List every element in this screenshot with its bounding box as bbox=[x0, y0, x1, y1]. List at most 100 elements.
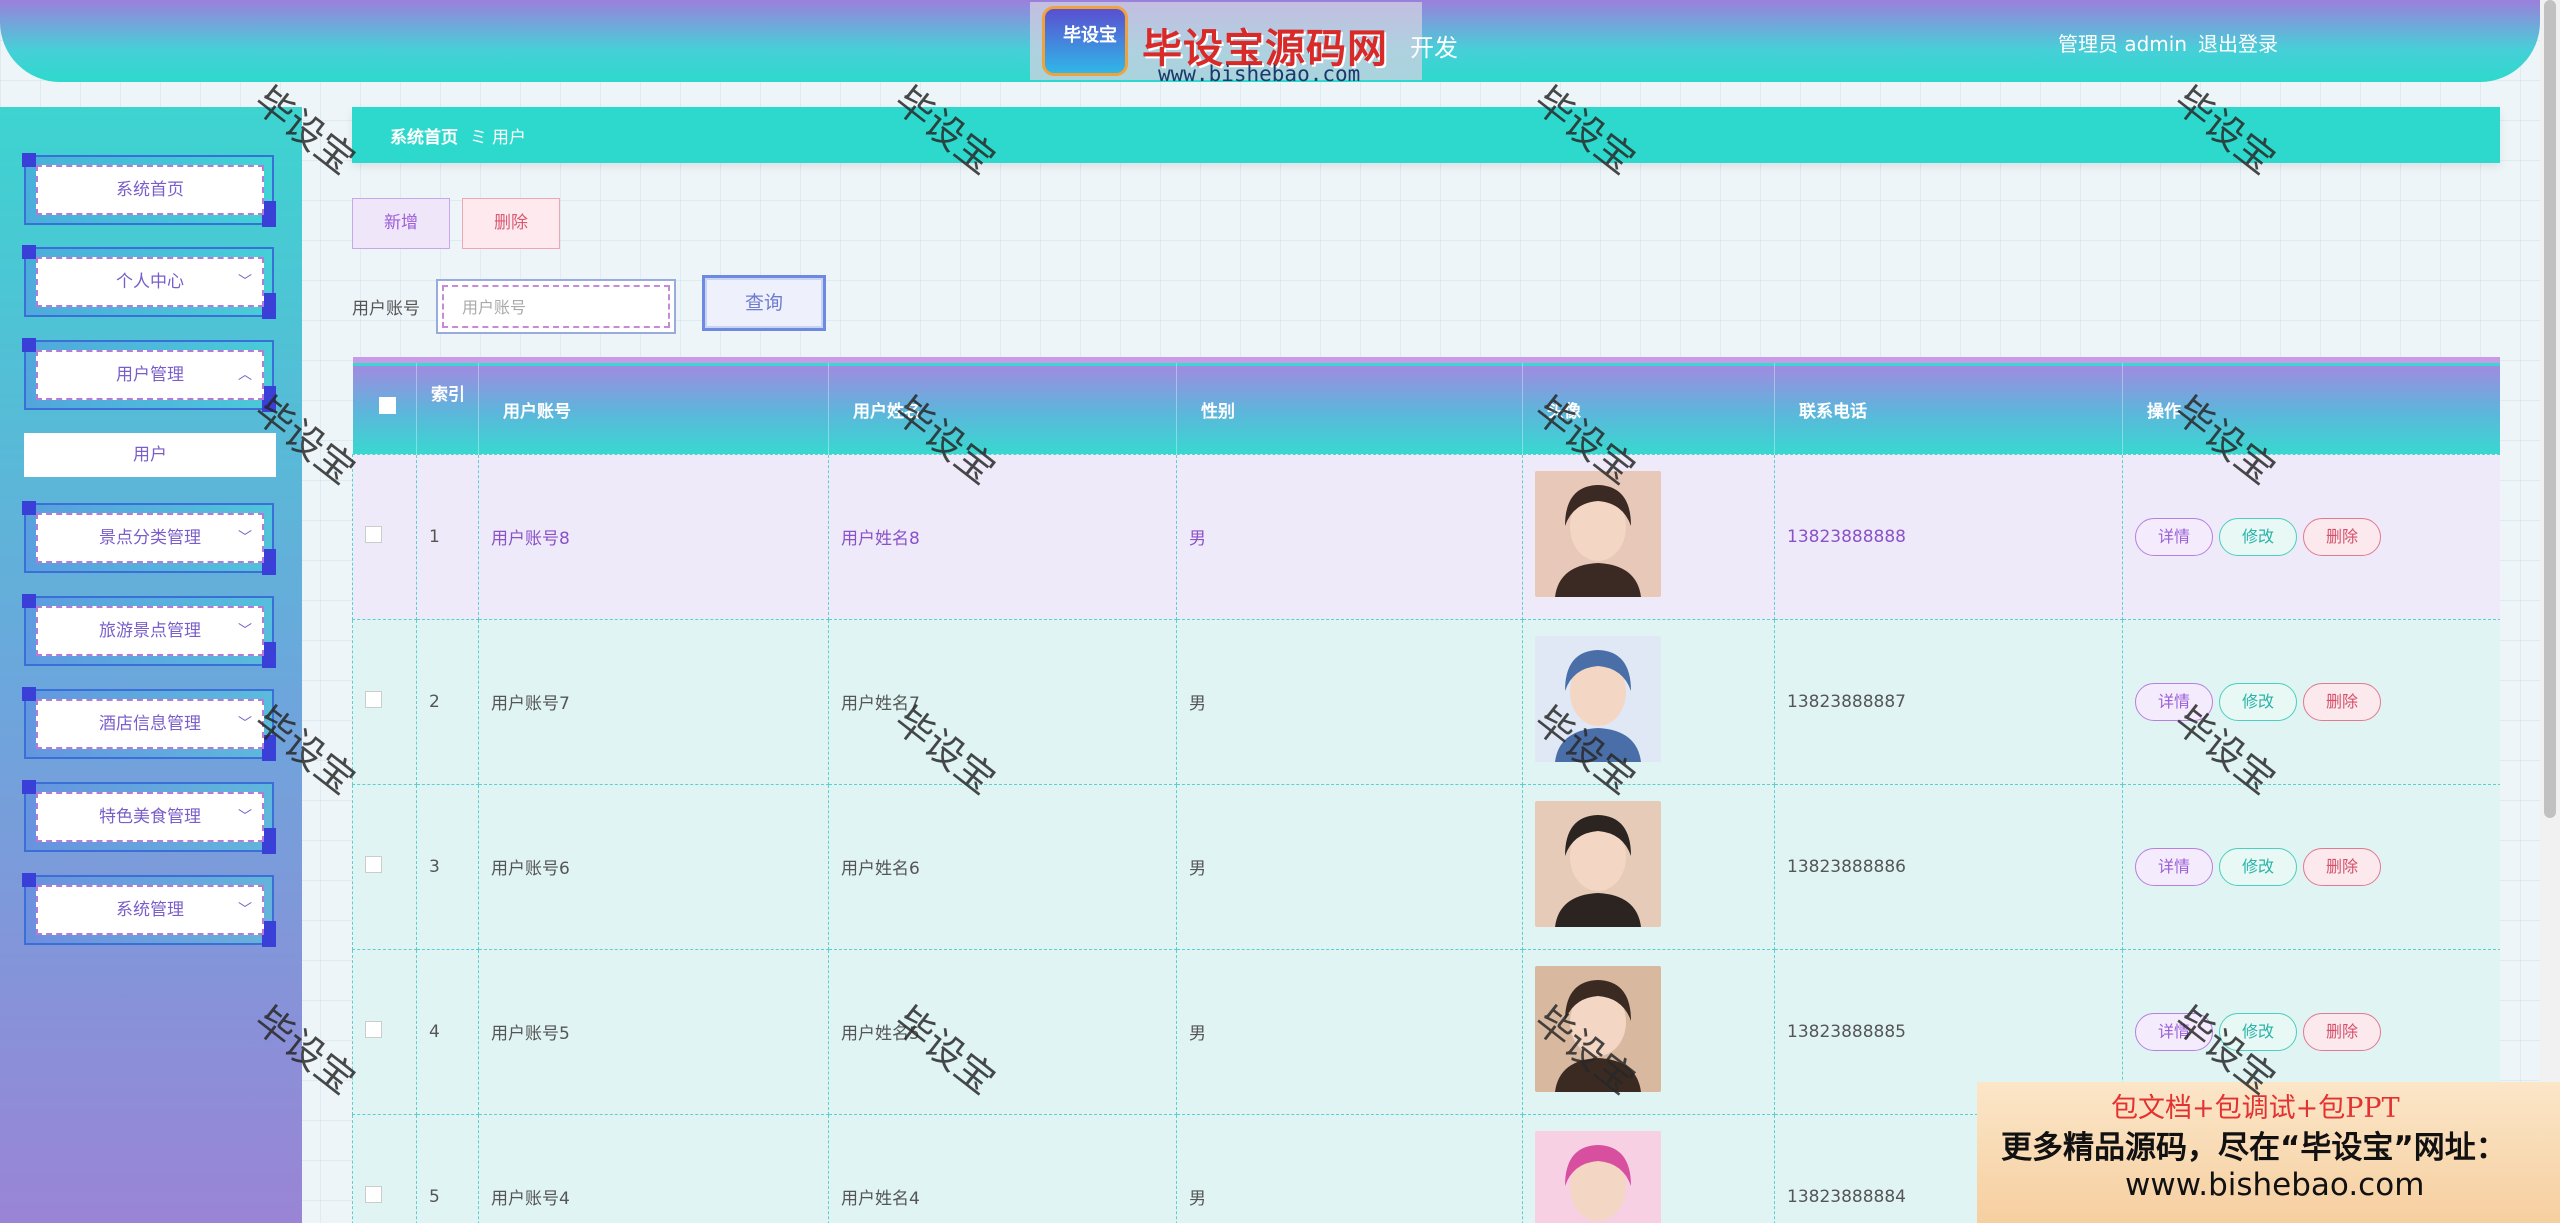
col-ops: 操作 bbox=[2122, 360, 2500, 454]
logout-link[interactable]: 退出登录 bbox=[2198, 28, 2278, 57]
row-name: 用户姓名4 bbox=[828, 1113, 1177, 1223]
col-account: 用户账号 bbox=[478, 360, 829, 454]
chevron-down-icon: ﹀ bbox=[238, 530, 252, 546]
row-avatar-cell bbox=[1522, 453, 1775, 620]
row-checkbox[interactable] bbox=[352, 783, 417, 950]
search-placeholder: 用户账号 bbox=[442, 285, 670, 328]
detail-button[interactable]: 详情 bbox=[2135, 517, 2213, 556]
select-all-checkbox[interactable] bbox=[352, 360, 417, 454]
breadcrumb-separator: ミ bbox=[470, 128, 487, 148]
col-index: 索引 bbox=[416, 360, 479, 454]
row-name: 用户姓名5 bbox=[828, 948, 1177, 1115]
sidebar-item-label: 用户管理 bbox=[116, 365, 184, 385]
row-checkbox[interactable] bbox=[352, 1113, 417, 1223]
sidebar-item-label: 旅游景点管理 bbox=[99, 621, 201, 641]
promo-line3: www.bishebao.com bbox=[2125, 1167, 2425, 1203]
col-avatar: 头像 bbox=[1522, 360, 1775, 454]
sidebar-item-hotel-info[interactable]: 酒店信息管理 ﹀ bbox=[22, 687, 276, 761]
avatar bbox=[1535, 636, 1661, 762]
sidebar-item-label: 个人中心 bbox=[116, 272, 184, 292]
row-ops: 详情修改删除 bbox=[2122, 453, 2500, 620]
chevron-down-icon: ﹀ bbox=[238, 623, 252, 639]
page-scrollbar[interactable] bbox=[2540, 0, 2560, 1223]
table-row: 1 用户账号8 用户姓名8 男 13823888888 详情 修改 删除 bbox=[352, 453, 2500, 620]
delete-button[interactable]: 删除 bbox=[2303, 517, 2381, 556]
row-name: 用户姓名7 bbox=[828, 618, 1177, 785]
chevron-down-icon: ﹀ bbox=[238, 716, 252, 732]
scrollbar-thumb[interactable] bbox=[2544, 0, 2556, 818]
sidebar-item-user-management[interactable]: 用户管理 ︿ bbox=[22, 338, 276, 412]
edit-button[interactable]: 修改 bbox=[2219, 1012, 2297, 1051]
sidebar-item-label: 景点分类管理 bbox=[99, 528, 201, 548]
sidebar-item-local-food[interactable]: 特色美食管理 ﹀ bbox=[22, 780, 276, 854]
logo-badge-text: 毕设宝 bbox=[1063, 25, 1117, 46]
app-title-suffix: 开发 bbox=[1410, 34, 1458, 62]
query-button[interactable]: 查询 bbox=[702, 275, 826, 331]
row-account: 用户账号8 bbox=[478, 453, 829, 620]
row-gender: 男 bbox=[1176, 1113, 1523, 1223]
sidebar-item-scenic-spots[interactable]: 旅游景点管理 ﹀ bbox=[22, 594, 276, 668]
col-name: 用户姓名 bbox=[828, 360, 1177, 454]
chevron-down-icon: ﹀ bbox=[238, 274, 252, 290]
search-label: 用户账号 bbox=[352, 299, 420, 319]
row-index: 1 bbox=[416, 453, 479, 620]
sidebar-item-label: 系统首页 bbox=[116, 180, 184, 200]
sidebar-item-label: 特色美食管理 bbox=[99, 807, 201, 827]
row-account: 用户账号7 bbox=[478, 618, 829, 785]
sidebar-item-home[interactable]: 系统首页 bbox=[22, 153, 276, 227]
breadcrumb: 系统首页 ミ 用户 bbox=[352, 107, 2500, 163]
table-row: 3 用户账号6 用户姓名6 男 13823888886 详情 修改 删除 bbox=[352, 783, 2500, 950]
avatar bbox=[1535, 966, 1661, 1092]
edit-button[interactable]: 修改 bbox=[2219, 682, 2297, 721]
row-name: 用户姓名6 bbox=[828, 783, 1177, 950]
logo-badge-icon: 毕设宝 bbox=[1042, 6, 1128, 76]
add-button[interactable]: 新增 bbox=[352, 198, 450, 249]
sidebar-item-label: 酒店信息管理 bbox=[99, 714, 201, 734]
table-row: 2 用户账号7 用户姓名7 男 13823888887 详情 修改 删除 bbox=[352, 618, 2500, 785]
row-gender: 男 bbox=[1176, 618, 1523, 785]
search-input[interactable]: 用户账号 bbox=[436, 279, 676, 334]
sidebar: 系统首页 个人中心 ﹀ 用户管理 ︿ 用户 景点分类管理 ﹀ 旅游景点管理 ﹀ … bbox=[0, 107, 302, 1223]
sidebar-item-scenic-category[interactable]: 景点分类管理 ﹀ bbox=[22, 501, 276, 575]
delete-button[interactable]: 删除 bbox=[2303, 1012, 2381, 1051]
top-header: 毕设宝 毕设宝源码网 www.bishebao.com 开发 管理员 admin… bbox=[0, 0, 2540, 86]
row-account: 用户账号5 bbox=[478, 948, 829, 1115]
chevron-up-icon: ︿ bbox=[238, 367, 252, 383]
promo-line2: 更多精品源码，尽在“毕设宝”网址： bbox=[2001, 1130, 2507, 1166]
row-checkbox[interactable] bbox=[352, 453, 417, 620]
promo-line1: 包文档+包调试+包PPT bbox=[2111, 1093, 2400, 1124]
row-avatar-cell bbox=[1522, 618, 1775, 785]
row-checkbox[interactable] bbox=[352, 618, 417, 785]
avatar bbox=[1535, 801, 1661, 927]
row-avatar-cell bbox=[1522, 948, 1775, 1115]
sidebar-item-profile[interactable]: 个人中心 ﹀ bbox=[22, 245, 276, 319]
delete-button[interactable]: 删除 bbox=[2303, 682, 2381, 721]
row-gender: 男 bbox=[1176, 948, 1523, 1115]
row-ops: 详情修改删除 bbox=[2122, 618, 2500, 785]
detail-button[interactable]: 详情 bbox=[2135, 1012, 2213, 1051]
row-checkbox[interactable] bbox=[352, 948, 417, 1115]
breadcrumb-home[interactable]: 系统首页 bbox=[390, 123, 458, 148]
edit-button[interactable]: 修改 bbox=[2219, 517, 2297, 556]
batch-delete-button[interactable]: 删除 bbox=[462, 198, 560, 249]
sidebar-item-system[interactable]: 系统管理 ﹀ bbox=[22, 873, 276, 947]
row-phone: 13823888887 bbox=[1774, 618, 2123, 785]
table-header-row: 索引 用户账号 用户姓名 性别 头像 联系电话 操作 bbox=[352, 360, 2500, 454]
row-ops: 详情修改删除 bbox=[2122, 783, 2500, 950]
logo-block: 毕设宝 毕设宝源码网 www.bishebao.com bbox=[1030, 2, 1422, 86]
row-index: 3 bbox=[416, 783, 479, 950]
row-account: 用户账号4 bbox=[478, 1113, 829, 1223]
row-account: 用户账号6 bbox=[478, 783, 829, 950]
delete-button[interactable]: 删除 bbox=[2303, 847, 2381, 886]
row-name: 用户姓名8 bbox=[828, 453, 1177, 620]
sidebar-subitem-user[interactable]: 用户 bbox=[24, 433, 276, 477]
chevron-down-icon: ﹀ bbox=[238, 902, 252, 918]
row-index: 4 bbox=[416, 948, 479, 1115]
detail-button[interactable]: 详情 bbox=[2135, 682, 2213, 721]
row-phone: 13823888886 bbox=[1774, 783, 2123, 950]
edit-button[interactable]: 修改 bbox=[2219, 847, 2297, 886]
col-phone: 联系电话 bbox=[1774, 360, 2123, 454]
breadcrumb-current: 用户 bbox=[492, 128, 526, 148]
chevron-down-icon: ﹀ bbox=[238, 809, 252, 825]
detail-button[interactable]: 详情 bbox=[2135, 847, 2213, 886]
